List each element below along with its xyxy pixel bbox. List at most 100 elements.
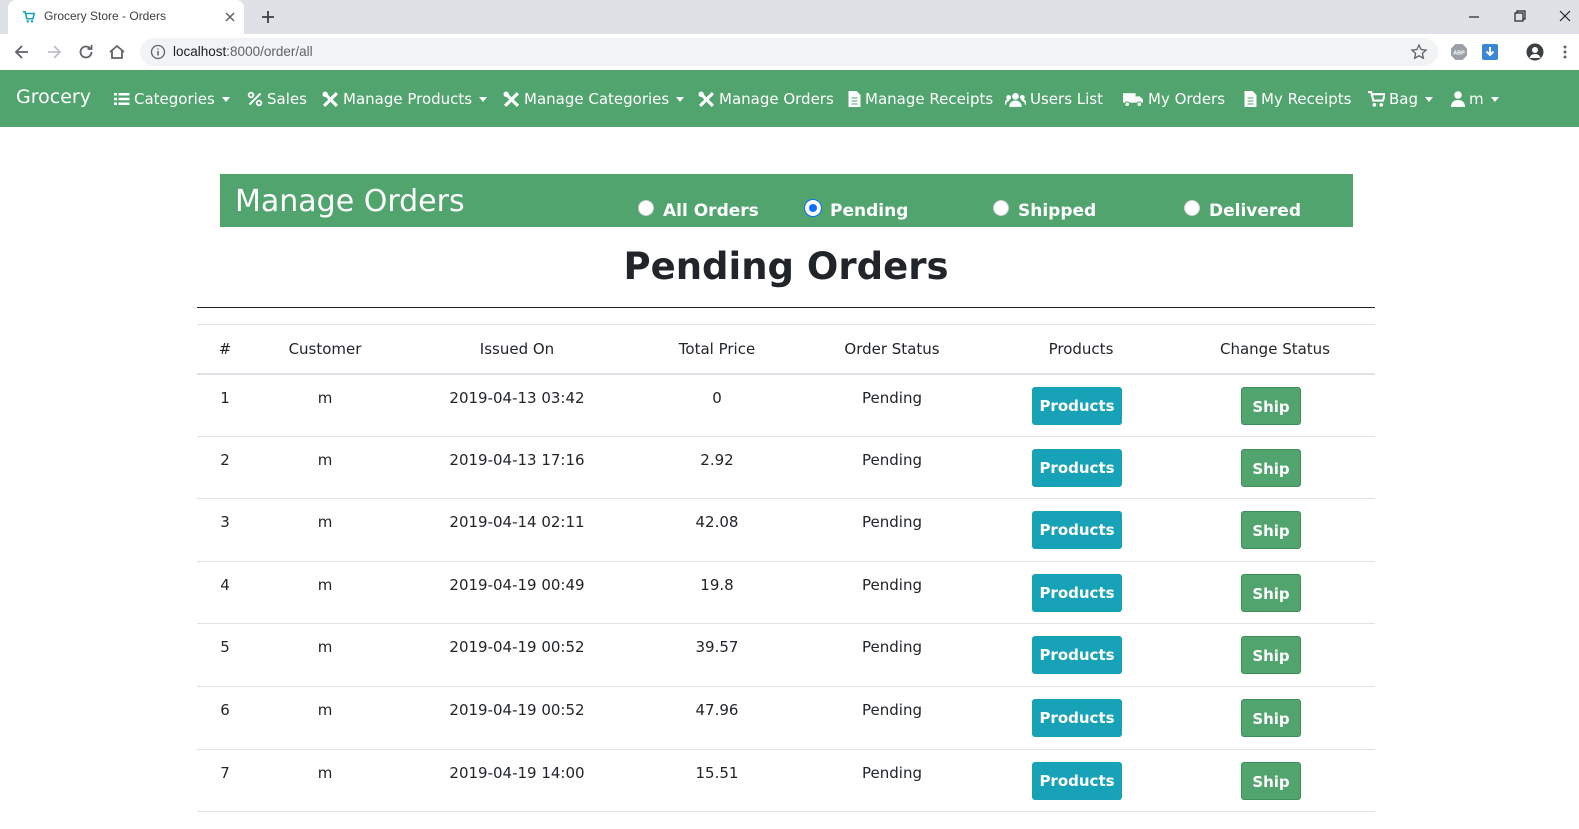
filter-delivered[interactable]: Delivered <box>1184 200 1301 221</box>
restore-icon[interactable] <box>1509 6 1531 26</box>
radio-pending[interactable] <box>805 200 821 216</box>
ship-button[interactable]: Ship <box>1241 636 1301 675</box>
total-price-cell: 2.92 <box>637 436 797 500</box>
brand-logo[interactable]: Grocery <box>16 86 91 108</box>
tools-icon <box>322 91 339 107</box>
ship-button[interactable]: Ship <box>1241 386 1301 425</box>
header-customer: Customer <box>253 324 397 375</box>
url-host: localhost <box>173 44 227 59</box>
bookmark-star-icon[interactable] <box>1410 43 1428 61</box>
ship-button[interactable]: Ship <box>1241 698 1301 737</box>
adblock-extension-icon[interactable]: ABP <box>1450 43 1468 61</box>
header-products: Products <box>987 324 1175 375</box>
list-icon <box>114 93 130 105</box>
issued-on-cell: 2019-04-19 00:49 <box>397 561 637 625</box>
nav-my-receipts-label: My Receipts <box>1261 90 1352 108</box>
products-cell: Products <box>987 686 1175 750</box>
nav-manage-receipts[interactable]: Manage Receipts <box>848 89 993 109</box>
radio-shipped[interactable] <box>993 200 1009 216</box>
ship-button[interactable]: Ship <box>1241 448 1301 487</box>
ship-button[interactable]: Ship <box>1241 573 1301 612</box>
chevron-down-icon <box>1490 96 1499 102</box>
customer-cell: m <box>253 498 397 562</box>
browser-tab[interactable]: Grocery Store - Orders <box>8 0 244 34</box>
abp-label: ABP <box>1453 51 1465 57</box>
manage-orders-bar: Manage Orders All Orders Pending Shipped… <box>220 174 1353 227</box>
products-button[interactable]: Products <box>1032 448 1122 487</box>
order-id-cell: 7 <box>197 749 253 813</box>
heading-divider <box>197 307 1375 308</box>
change-status-cell: Ship <box>1175 498 1375 562</box>
customer-cell: m <box>253 686 397 750</box>
nav-manage-orders-label: Manage Orders <box>719 90 834 108</box>
reload-icon[interactable] <box>76 42 96 62</box>
home-icon[interactable] <box>107 42 127 62</box>
nav-manage-products[interactable]: Manage Products <box>322 89 488 109</box>
nav-sales-label: Sales <box>267 90 307 108</box>
total-price-cell: 19.8 <box>637 561 797 625</box>
products-button[interactable]: Products <box>1032 511 1122 550</box>
ship-button[interactable]: Ship <box>1241 511 1301 550</box>
nav-my-receipts[interactable]: My Receipts <box>1244 89 1351 109</box>
user-icon <box>1451 91 1465 107</box>
download-extension-icon[interactable] <box>1481 43 1499 61</box>
issued-on-cell: 2019-04-19 00:52 <box>397 686 637 750</box>
browser-toolbar: localhost:8000/order/all ABP <box>0 34 1579 70</box>
order-status-cell: Pending <box>797 686 987 750</box>
filter-pending[interactable]: Pending <box>805 200 908 221</box>
nav-users-list[interactable]: Users List <box>1005 89 1103 109</box>
radio-all-orders[interactable] <box>638 200 654 216</box>
change-status-cell: Ship <box>1175 561 1375 625</box>
customer-cell: m <box>253 623 397 687</box>
products-button[interactable]: Products <box>1032 573 1122 612</box>
nav-my-orders-label: My Orders <box>1148 90 1226 108</box>
close-tab-icon[interactable] <box>222 9 238 25</box>
close-window-icon[interactable] <box>1554 6 1576 26</box>
total-price-cell: 42.08 <box>637 498 797 562</box>
order-status-cell: Pending <box>797 436 987 500</box>
nav-bag[interactable]: Bag <box>1368 89 1434 109</box>
nav-sales[interactable]: Sales <box>247 89 307 109</box>
back-icon[interactable] <box>12 42 32 62</box>
order-id-cell: 2 <box>197 436 253 500</box>
total-price-cell: 47.96 <box>637 686 797 750</box>
new-tab-icon[interactable] <box>258 7 278 27</box>
tools-icon <box>503 91 520 107</box>
table-row: 6 m 2019-04-19 00:52 47.96 Pending Products Sh… <box>197 686 1375 750</box>
app-navbar: Grocery Categories Sales Manage Products… <box>0 70 1579 127</box>
products-cell: Products <box>987 561 1175 625</box>
forward-icon[interactable] <box>44 42 64 62</box>
nav-my-orders[interactable]: My Orders <box>1123 89 1225 109</box>
tab-title: Grocery Store - Orders <box>44 9 167 23</box>
minimize-icon[interactable] <box>1463 6 1485 26</box>
nav-manage-categories-label: Manage Categories <box>524 90 670 108</box>
header-order-status: Order Status <box>797 324 987 375</box>
address-bar[interactable]: localhost:8000/order/all <box>140 38 1438 66</box>
change-status-cell: Ship <box>1175 686 1375 750</box>
issued-on-cell: 2019-04-19 14:00 <box>397 749 637 813</box>
info-icon[interactable] <box>150 44 166 60</box>
products-button[interactable]: Products <box>1032 698 1122 737</box>
order-status-cell: Pending <box>797 561 987 625</box>
browser-menu-icon[interactable] <box>1560 43 1570 61</box>
header-issued-on: Issued On <box>397 324 637 375</box>
products-button[interactable]: Products <box>1032 386 1122 425</box>
table-row: 4 m 2019-04-19 00:49 19.8 Pending Products Shi… <box>197 561 1375 625</box>
radio-delivered[interactable] <box>1184 200 1200 216</box>
products-cell: Products <box>987 623 1175 687</box>
filter-shipped[interactable]: Shipped <box>993 200 1096 221</box>
nav-manage-categories[interactable]: Manage Categories <box>503 89 685 109</box>
filter-all-orders-label: All Orders <box>663 201 759 221</box>
filter-all-orders[interactable]: All Orders <box>638 200 759 221</box>
nav-categories[interactable]: Categories <box>114 89 230 109</box>
nav-user-menu[interactable]: m <box>1451 89 1499 109</box>
ship-button[interactable]: Ship <box>1241 761 1301 800</box>
products-cell: Products <box>987 436 1175 500</box>
products-button[interactable]: Products <box>1032 636 1122 675</box>
order-status-cell: Pending <box>797 373 987 437</box>
profile-avatar-icon[interactable] <box>1526 43 1544 61</box>
issued-on-cell: 2019-04-19 00:52 <box>397 623 637 687</box>
nav-manage-receipts-label: Manage Receipts <box>865 90 994 108</box>
nav-manage-orders[interactable]: Manage Orders <box>698 89 834 109</box>
products-button[interactable]: Products <box>1032 761 1122 800</box>
